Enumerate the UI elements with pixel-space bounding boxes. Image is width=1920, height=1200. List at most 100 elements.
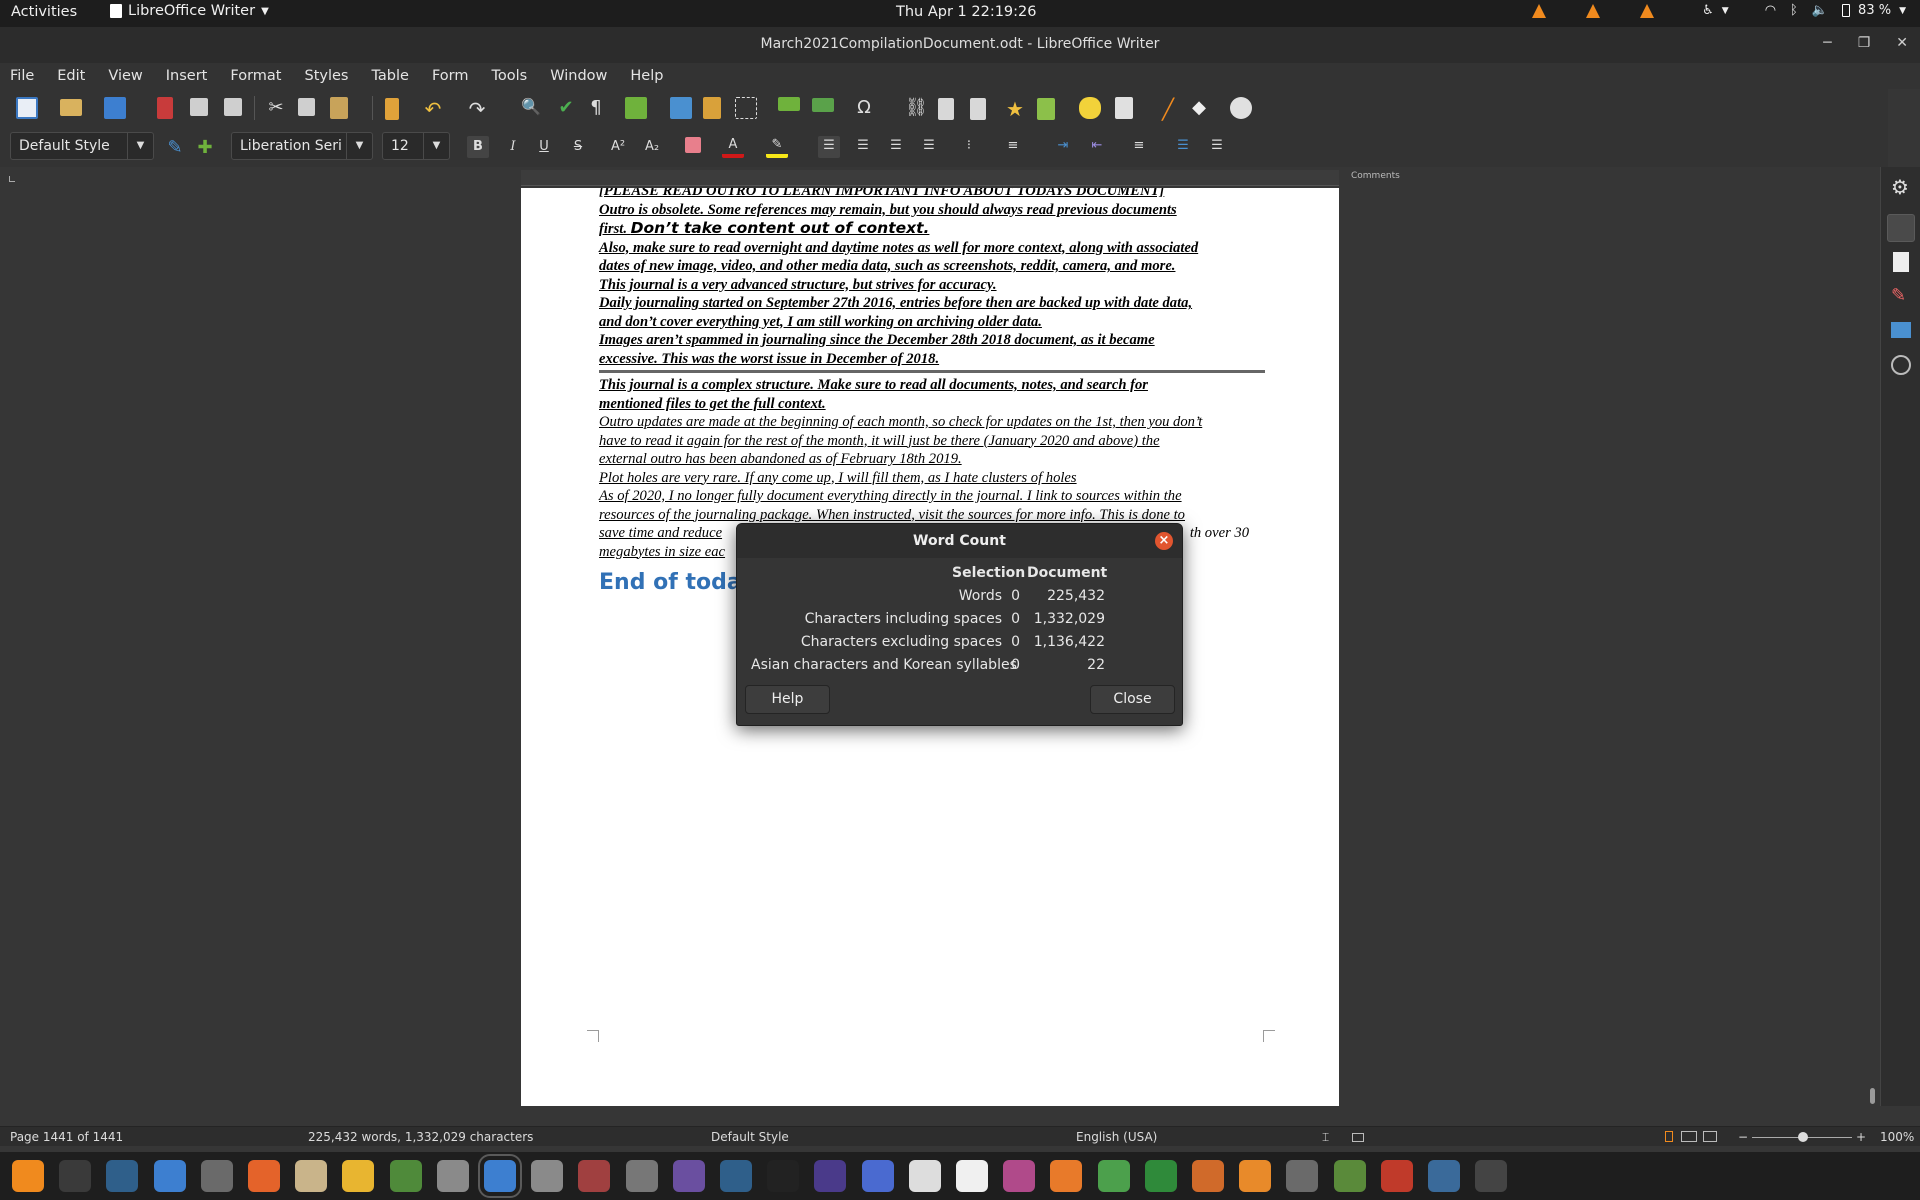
- typora-icon[interactable]: [956, 1160, 988, 1192]
- subscript-icon[interactable]: A₂: [641, 136, 663, 158]
- calculator-icon[interactable]: [342, 1160, 375, 1192]
- menu-insert[interactable]: Insert: [166, 68, 208, 84]
- wifi-icon[interactable]: ◠: [1765, 3, 1776, 18]
- clone-formatting-icon[interactable]: [385, 98, 399, 120]
- book-view-icon[interactable]: [1703, 1131, 1717, 1142]
- chevron-down-icon[interactable]: ▼: [346, 133, 372, 159]
- menu-format[interactable]: Format: [230, 68, 281, 84]
- close-button[interactable]: Close: [1090, 685, 1175, 714]
- text-editor-icon[interactable]: [153, 1160, 186, 1192]
- bold-icon[interactable]: B: [467, 136, 489, 158]
- blender-icon[interactable]: [1239, 1160, 1272, 1192]
- sidebar-properties-icon[interactable]: [1887, 214, 1915, 242]
- system-tray[interactable]: ♿ ▼ ◠ ᛒ 🔈 83 % ▼: [1532, 3, 1906, 18]
- inkscape-icon[interactable]: [767, 1160, 800, 1192]
- menu-table[interactable]: Table: [371, 68, 409, 84]
- menu-edit[interactable]: Edit: [57, 68, 85, 84]
- page-number-status[interactable]: Page 1441 of 1441: [10, 1130, 123, 1144]
- highlight-color-icon[interactable]: ✎: [766, 136, 788, 158]
- text-box-icon[interactable]: [735, 97, 757, 119]
- underline-icon[interactable]: U: [533, 136, 555, 158]
- chevron-down-icon[interactable]: ▼: [127, 133, 153, 159]
- new-style-icon[interactable]: ✚: [194, 137, 216, 159]
- screenshot-icon[interactable]: [861, 1160, 894, 1192]
- menu-tools[interactable]: Tools: [492, 68, 528, 84]
- menu-styles[interactable]: Styles: [304, 68, 348, 84]
- track-changes-icon[interactable]: [1115, 97, 1133, 119]
- increase-indent-icon[interactable]: ⇥: [1052, 136, 1074, 158]
- sidebar-styles-icon[interactable]: ✎: [1891, 286, 1911, 306]
- superscript-icon[interactable]: A²: [607, 136, 629, 158]
- font-color-icon[interactable]: A: [722, 136, 744, 158]
- align-left-icon[interactable]: ☰: [818, 136, 840, 158]
- maximize-icon[interactable]: ❐: [1858, 35, 1871, 51]
- sidebar-gallery-icon[interactable]: [1891, 322, 1911, 338]
- files-icon[interactable]: [295, 1160, 328, 1192]
- activities-button[interactable]: Activities: [11, 4, 77, 20]
- insert-table-icon[interactable]: [625, 97, 647, 119]
- clock-icon[interactable]: [200, 1160, 233, 1192]
- calc-icon[interactable]: [1097, 1160, 1130, 1192]
- app-store-icon[interactable]: [625, 1160, 658, 1192]
- basic-shapes-icon[interactable]: ◆: [1188, 97, 1210, 119]
- font-size-select[interactable]: 12 ▼: [382, 132, 450, 160]
- print-icon[interactable]: [190, 98, 208, 116]
- minimize-icon[interactable]: ─: [1823, 35, 1831, 51]
- page-break-icon[interactable]: [778, 97, 800, 111]
- battery-icon[interactable]: [1842, 4, 1851, 17]
- virtualbox-icon[interactable]: [720, 1160, 752, 1192]
- selection-mode-icon[interactable]: [1352, 1133, 1364, 1142]
- close-icon[interactable]: ✕: [1896, 35, 1908, 51]
- menu-file[interactable]: File: [10, 68, 34, 84]
- vertical-scrollbar[interactable]: [1866, 188, 1880, 1106]
- cut-icon[interactable]: ✂: [265, 97, 287, 119]
- software-center-icon[interactable]: [1050, 1160, 1083, 1192]
- sidebar-navigator-icon[interactable]: [1891, 355, 1911, 375]
- camera-icon[interactable]: [672, 1160, 705, 1192]
- horizontal-ruler[interactable]: Comments: [521, 170, 1400, 186]
- terminal-icon[interactable]: [59, 1160, 92, 1192]
- app-menu[interactable]: LibreOffice Writer ▼: [110, 3, 269, 19]
- gimp-icon[interactable]: [1286, 1160, 1319, 1192]
- special-character-icon[interactable]: Ω: [853, 97, 875, 119]
- formatting-marks-icon[interactable]: ¶: [585, 97, 607, 119]
- clock[interactable]: Thu Apr 1 22:19:26: [896, 4, 1037, 20]
- multi-page-view-icon[interactable]: [1681, 1131, 1697, 1142]
- draw-functions-icon[interactable]: [1230, 97, 1252, 119]
- numbered-list-icon[interactable]: ≡: [1002, 136, 1024, 158]
- bluetooth-icon[interactable]: ᛒ: [1790, 3, 1798, 18]
- sidebar-settings-icon[interactable]: ⚙: [1891, 177, 1911, 197]
- scrollbar-thumb[interactable]: [1870, 1088, 1875, 1104]
- undo-icon[interactable]: ↶: [422, 97, 444, 121]
- insert-chart-icon[interactable]: [703, 97, 721, 119]
- paste-icon[interactable]: [330, 97, 348, 119]
- page-style-status[interactable]: Default Style: [711, 1130, 789, 1144]
- spelling-icon[interactable]: ✔: [555, 97, 577, 119]
- chevron-down-icon[interactable]: ▼: [423, 133, 449, 159]
- font-name-select[interactable]: Liberation Seri ▼: [231, 132, 373, 160]
- line-icon[interactable]: ╱: [1157, 97, 1179, 121]
- export-pdf-icon[interactable]: [157, 97, 173, 119]
- language-status[interactable]: English (USA): [1076, 1130, 1157, 1144]
- word-count-status[interactable]: 225,432 words, 1,332,029 characters: [308, 1130, 533, 1144]
- copy-icon[interactable]: [298, 98, 315, 116]
- help-button[interactable]: Help: [745, 685, 830, 714]
- strikethrough-icon[interactable]: S: [567, 136, 589, 158]
- vlc-tray-icon[interactable]: [1640, 3, 1655, 18]
- app-icon[interactable]: [1428, 1160, 1460, 1192]
- new-document-icon[interactable]: [16, 97, 38, 119]
- redo-icon[interactable]: ↷: [466, 97, 488, 121]
- system-monitor-icon[interactable]: [106, 1160, 139, 1192]
- justify-icon[interactable]: ☰: [918, 136, 940, 158]
- decrease-indent-icon[interactable]: ⇤: [1086, 136, 1108, 158]
- endnote-icon[interactable]: [970, 98, 986, 120]
- spreadsheet-icon[interactable]: [1144, 1160, 1177, 1192]
- zoom-level[interactable]: 100%: [1880, 1130, 1914, 1144]
- menu-form[interactable]: Form: [432, 68, 469, 84]
- accessibility-icon[interactable]: ♿: [1702, 3, 1714, 18]
- zoom-slider-thumb[interactable]: [1798, 1132, 1808, 1142]
- hyperlink-icon[interactable]: ⛓: [905, 97, 928, 119]
- save-icon[interactable]: [104, 97, 126, 119]
- align-right-icon[interactable]: ☰: [885, 136, 907, 158]
- paragraph-style-select[interactable]: Default Style ▼: [10, 132, 154, 160]
